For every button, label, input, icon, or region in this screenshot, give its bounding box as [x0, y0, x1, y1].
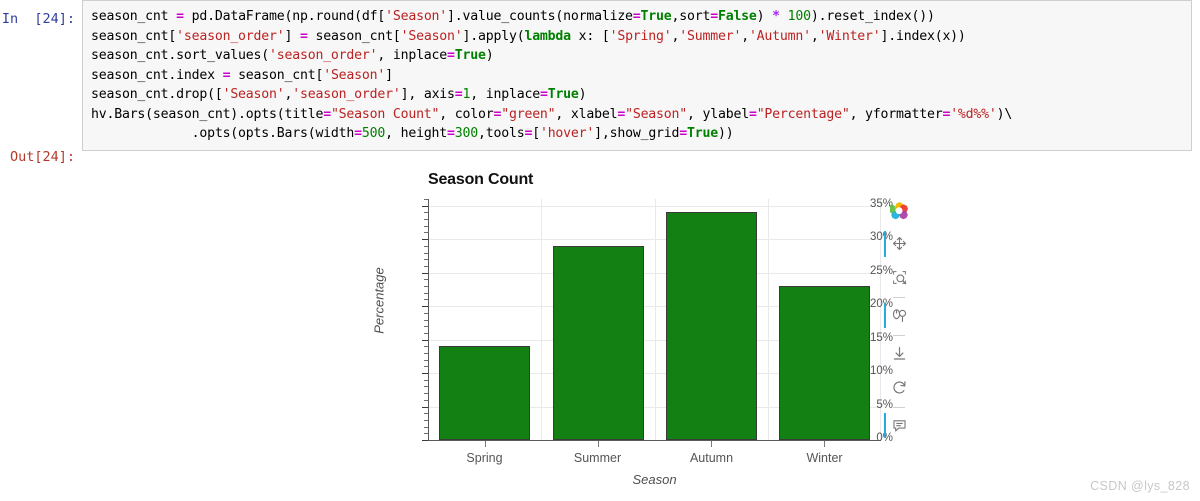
y-tick-minor — [424, 426, 428, 428]
refresh-glyph — [891, 379, 908, 396]
y-tick-major — [422, 373, 428, 375]
y-tick-minor — [424, 286, 428, 288]
y-tick-minor — [424, 352, 428, 354]
code-line-1: season_cnt = pd.DataFrame(np.round(df['S… — [91, 9, 935, 24]
box-zoom-tool-icon[interactable] — [884, 263, 914, 292]
x-tick-label-winter: Winter — [806, 451, 843, 465]
y-tick-minor — [424, 326, 428, 328]
y-tick-minor — [424, 259, 428, 261]
x-tick-label-spring: Spring — [466, 451, 503, 465]
pan-arrows-glyph — [891, 235, 908, 252]
toolbar-divider — [893, 296, 905, 298]
y-tick-minor — [424, 279, 428, 281]
y-tick-minor — [424, 319, 428, 321]
y-tick-major — [422, 272, 428, 274]
gridline-horizontal — [428, 272, 880, 274]
y-tick-minor — [424, 393, 428, 395]
y-tick-minor — [424, 413, 428, 415]
y-tick-major — [422, 406, 428, 408]
gridline-vertical — [541, 199, 542, 440]
y-tick-minor — [424, 399, 428, 401]
y-tick-minor — [424, 232, 428, 234]
bar-summer[interactable] — [553, 245, 644, 440]
code-line-5: season_cnt.drop(['Season','season_order'… — [91, 87, 587, 102]
y-tick-minor — [424, 265, 428, 267]
reset-tool-icon[interactable] — [884, 372, 914, 401]
bar-spring[interactable] — [439, 346, 530, 440]
y-tick-minor — [424, 359, 428, 361]
code-line-4: season_cnt.index = season_cnt['Season'] — [91, 67, 393, 83]
y-tick-minor — [424, 366, 428, 368]
y-tick-minor — [424, 386, 428, 388]
y-tick-minor — [424, 225, 428, 227]
hover-tool-icon[interactable] — [884, 411, 914, 440]
y-tick-minor — [424, 245, 428, 247]
download-glyph — [891, 345, 908, 362]
y-axis-line — [428, 199, 429, 441]
toolbar-divider — [893, 406, 905, 408]
x-tick-major — [598, 441, 599, 447]
notebook-input-cell: In [24]: season_cnt = pd.DataFrame(np.ro… — [0, 0, 1200, 151]
y-tick-minor — [424, 332, 428, 334]
gridline-horizontal — [428, 239, 880, 241]
x-tick-major — [711, 441, 712, 447]
y-tick-major — [422, 205, 428, 207]
gridline-vertical — [655, 199, 656, 440]
y-tick-major — [422, 339, 428, 341]
y-tick-minor — [424, 379, 428, 381]
y-tick-minor — [424, 312, 428, 314]
x-tick-label-autumn: Autumn — [689, 451, 734, 465]
box-zoom-glyph — [891, 269, 908, 286]
y-tick-minor — [424, 433, 428, 435]
y-tick-major — [422, 306, 428, 308]
code-line-6: hv.Bars(season_cnt).opts(title="Season C… — [91, 106, 1013, 122]
code-line-3: season_cnt.sort_values('season_order', i… — [91, 48, 494, 63]
y-tick-minor — [424, 292, 428, 294]
csdn-watermark: CSDN @lys_828 — [1090, 479, 1190, 493]
x-axis-line — [428, 440, 881, 441]
plot-frame[interactable] — [428, 199, 881, 441]
x-tick-major — [824, 441, 825, 447]
wheel-zoom-glyph — [891, 307, 908, 324]
y-tick-minor — [424, 299, 428, 301]
in-prompt-label: In [24]: — [1, 11, 75, 27]
bokeh-plot: Season Count 0% 5% 10% 15% 20% 25% 30% 35% Spri… — [357, 163, 908, 487]
save-tool-icon[interactable] — [884, 339, 914, 368]
y-axis-label: Percentage — [371, 267, 387, 334]
y-tick-minor — [424, 199, 428, 200]
x-tick-major — [485, 441, 486, 447]
y-tick-minor — [424, 346, 428, 348]
chart-title: Season Count — [428, 171, 534, 188]
code-line-7: .opts(opts.Bars(width=500, height=300,to… — [91, 126, 734, 141]
toolbar-divider — [893, 335, 905, 337]
x-axis-label: Season — [632, 472, 677, 487]
y-tick-major — [422, 440, 428, 441]
x-tick-label-summer: Summer — [573, 451, 622, 465]
y-tick-major — [422, 239, 428, 241]
y-tick-minor — [424, 419, 428, 421]
out-prompt-label: Out[24]: — [9, 149, 75, 165]
gridline-vertical — [768, 199, 769, 440]
pan-tool-icon[interactable] — [884, 229, 914, 258]
tooltip-glyph — [891, 417, 908, 434]
y-tick-minor — [424, 219, 428, 221]
code-editor[interactable]: season_cnt = pd.DataFrame(np.round(df['S… — [82, 0, 1192, 151]
code-line-2: season_cnt['season_order'] = season_cnt[… — [91, 28, 966, 44]
bokeh-toolbar — [884, 196, 914, 444]
bar-autumn[interactable] — [666, 212, 757, 440]
wheel-zoom-tool-icon[interactable] — [884, 301, 914, 330]
y-tick-minor — [424, 252, 428, 254]
y-tick-minor — [424, 212, 428, 214]
gridline-horizontal — [428, 205, 880, 207]
bokeh-logo-glyph — [889, 201, 909, 220]
bokeh-logo-icon[interactable] — [884, 196, 914, 225]
